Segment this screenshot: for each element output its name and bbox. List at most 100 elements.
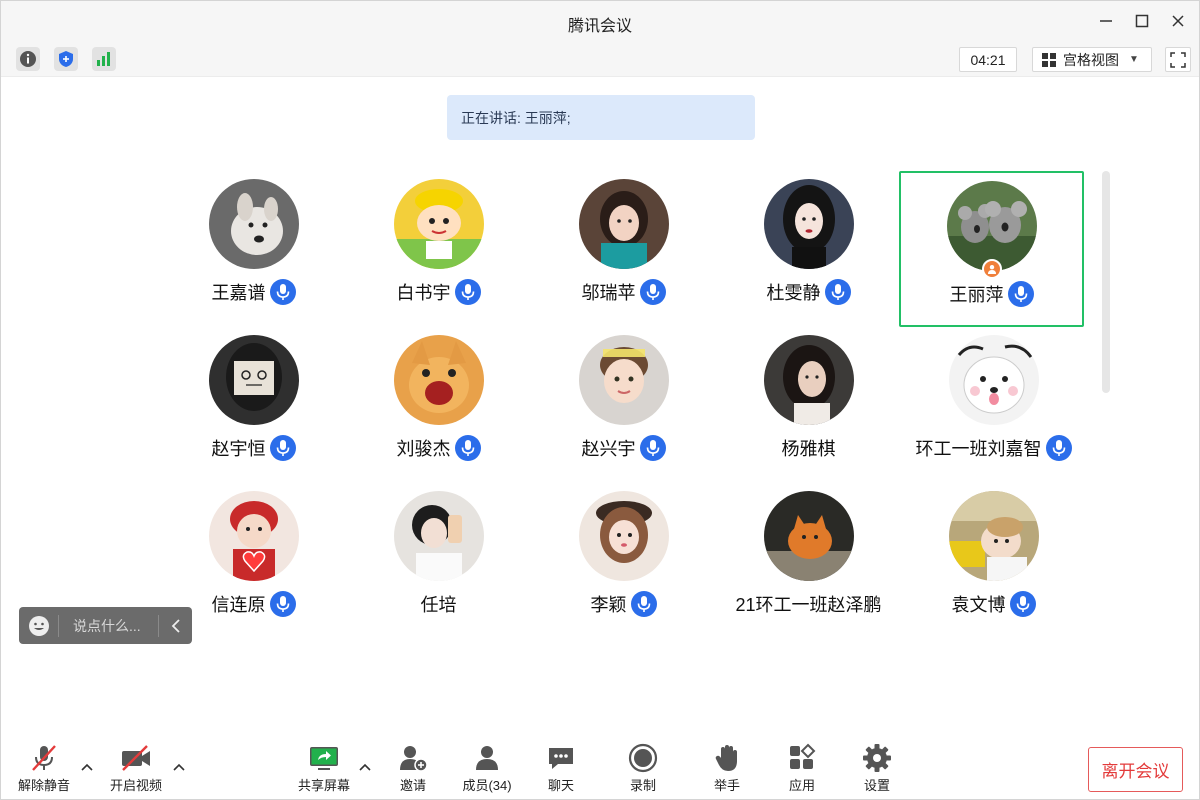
participant-name: 21环工一班赵泽鹏 bbox=[735, 595, 882, 615]
mic-icon bbox=[831, 284, 844, 300]
meeting-toolbar: 04:21 宫格视图 ▼ bbox=[1, 41, 1199, 77]
close-button[interactable] bbox=[1165, 9, 1191, 33]
participant-name: 赵宇恒 bbox=[211, 439, 266, 459]
minimize-button[interactable] bbox=[1093, 9, 1119, 33]
participant-tile[interactable]: 刘骏杰 bbox=[346, 325, 531, 481]
meeting-info-button[interactable] bbox=[16, 47, 40, 71]
mic-status-icon bbox=[269, 591, 296, 617]
participant-name: 杨雅棋 bbox=[781, 439, 836, 459]
chevron-up-icon bbox=[81, 763, 93, 771]
avatar bbox=[763, 491, 854, 581]
unmute-label: 解除静音 bbox=[17, 778, 70, 793]
gear-icon bbox=[863, 744, 891, 772]
mic-icon bbox=[461, 284, 474, 300]
members-icon bbox=[476, 746, 498, 770]
invite-button[interactable]: 邀请 bbox=[378, 743, 448, 794]
share-screen-label: 共享屏幕 bbox=[297, 778, 350, 793]
settings-button[interactable]: 设置 bbox=[842, 743, 912, 794]
mic-icon bbox=[637, 596, 650, 612]
video-off-icon bbox=[122, 745, 150, 771]
mic-status-icon bbox=[454, 435, 481, 461]
hand-icon bbox=[715, 745, 737, 771]
share-screen-button[interactable]: 共享屏幕 bbox=[289, 743, 359, 794]
raise-hand-button[interactable]: 举手 bbox=[692, 743, 762, 794]
chat-button[interactable]: 聊天 bbox=[526, 743, 596, 794]
mic-icon bbox=[646, 284, 659, 300]
apps-button[interactable]: 应用 bbox=[767, 743, 837, 794]
participant-tile[interactable]: 李颖 bbox=[531, 481, 716, 637]
mic-status-icon bbox=[630, 591, 657, 617]
avatar bbox=[948, 335, 1039, 425]
active-speaker-text: 正在讲话: 王丽萍; bbox=[461, 109, 571, 126]
participant-name: 王嘉谱 bbox=[211, 283, 266, 303]
participant-tile[interactable]: 21环工一班赵泽鹏 bbox=[716, 481, 901, 637]
participant-tile[interactable]: 任培 bbox=[346, 481, 531, 637]
participant-tile[interactable]: 邬瑞苹 bbox=[531, 169, 716, 325]
chat-icon bbox=[549, 748, 573, 769]
chat-input[interactable]: 说点什么... bbox=[59, 616, 158, 636]
fullscreen-button[interactable] bbox=[1165, 47, 1191, 72]
mic-status-icon bbox=[1007, 281, 1034, 307]
settings-label: 设置 bbox=[863, 778, 890, 793]
collapse-chat-button[interactable] bbox=[158, 614, 192, 637]
participant-tile[interactable]: 白书宇 bbox=[346, 169, 531, 325]
mic-status-icon bbox=[269, 279, 296, 305]
participant-name: 赵兴宇 bbox=[581, 439, 636, 459]
avatar bbox=[946, 181, 1037, 271]
participant-namebar: 杨雅棋 bbox=[716, 435, 901, 461]
security-button[interactable] bbox=[54, 47, 78, 71]
record-button[interactable]: 录制 bbox=[608, 743, 678, 794]
participant-namebar: 环工一班刘嘉智 bbox=[901, 435, 1086, 461]
participant-tile[interactable]: 袁文博 bbox=[901, 481, 1086, 637]
maximize-button[interactable] bbox=[1129, 9, 1155, 33]
close-icon bbox=[1172, 15, 1184, 27]
participant-tile[interactable]: 王嘉谱 bbox=[161, 169, 346, 325]
quick-chat-bar[interactable]: 说点什么... bbox=[19, 607, 192, 644]
leave-meeting-button[interactable]: 离开会议 bbox=[1088, 747, 1183, 792]
grid-view-icon bbox=[1042, 52, 1056, 67]
window-title: 腾讯会议 bbox=[567, 18, 632, 35]
participant-namebar: 杜雯静 bbox=[716, 279, 901, 305]
record-label: 录制 bbox=[629, 778, 656, 793]
participant-namebar: 白书宇 bbox=[346, 279, 531, 305]
participant-tile[interactable]: 王丽萍 bbox=[899, 171, 1084, 327]
avatar bbox=[763, 335, 854, 425]
network-status-button[interactable] bbox=[92, 47, 116, 71]
video-options-button[interactable] bbox=[171, 759, 187, 775]
members-button[interactable]: 成员(34) bbox=[452, 743, 522, 794]
record-icon bbox=[628, 743, 658, 773]
chat-label: 聊天 bbox=[547, 778, 574, 793]
invite-label: 邀请 bbox=[399, 778, 426, 793]
participant-namebar: 李颖 bbox=[531, 591, 716, 617]
participant-tile[interactable]: 赵兴宇 bbox=[531, 325, 716, 481]
participant-tile[interactable]: 环工一班刘嘉智 bbox=[901, 325, 1086, 481]
participant-name: 信连原 bbox=[211, 595, 266, 615]
mic-icon bbox=[461, 440, 474, 456]
shield-icon bbox=[59, 51, 73, 67]
participant-namebar: 王丽萍 bbox=[901, 281, 1082, 307]
share-options-button[interactable] bbox=[357, 759, 373, 775]
avatar bbox=[948, 491, 1039, 581]
participant-namebar: 任培 bbox=[346, 591, 531, 617]
start-video-label: 开启视频 bbox=[109, 778, 162, 793]
grid-scrollbar[interactable] bbox=[1102, 171, 1110, 393]
avatar bbox=[208, 335, 299, 425]
participant-tile[interactable]: 杜雯静 bbox=[716, 169, 901, 325]
participant-namebar: 赵宇恒 bbox=[161, 435, 346, 461]
participant-name: 杜雯静 bbox=[766, 283, 821, 303]
avatar bbox=[393, 491, 484, 581]
mic-icon bbox=[1052, 440, 1065, 456]
participant-name: 刘骏杰 bbox=[396, 439, 451, 459]
audio-options-button[interactable] bbox=[79, 759, 95, 775]
participant-tile[interactable]: 杨雅棋 bbox=[716, 325, 901, 481]
start-video-button[interactable]: 开启视频 bbox=[101, 743, 171, 794]
view-mode-dropdown[interactable]: 宫格视图 ▼ bbox=[1032, 47, 1152, 72]
chevron-left-icon bbox=[171, 618, 180, 633]
participant-namebar: 21环工一班赵泽鹏 bbox=[716, 591, 901, 617]
participant-tile[interactable]: 赵宇恒 bbox=[161, 325, 346, 481]
avatar bbox=[578, 179, 669, 269]
mic-status-icon bbox=[269, 435, 296, 461]
unmute-button[interactable]: 解除静音 bbox=[9, 743, 79, 794]
avatar bbox=[208, 491, 299, 581]
emoji-button[interactable] bbox=[19, 614, 59, 637]
